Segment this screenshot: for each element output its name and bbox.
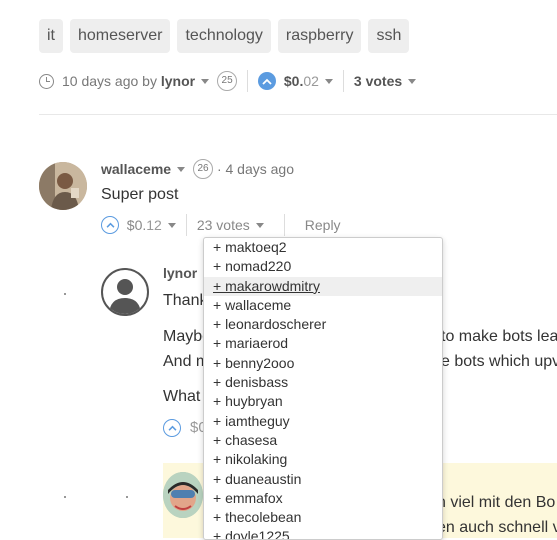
comment-footer: $0.12 23 votes Reply — [101, 214, 341, 236]
tag-homeserver[interactable]: homeserver — [70, 19, 171, 53]
chevron-down-icon[interactable] — [177, 166, 186, 172]
avatar[interactable] — [163, 472, 203, 518]
post-payout[interactable]: $0.02 — [284, 73, 319, 89]
tag-it[interactable]: it — [39, 19, 63, 53]
voter-item[interactable]: + nomad220 — [204, 257, 442, 276]
chevron-down-icon[interactable] — [167, 222, 176, 228]
chevron-down-icon[interactable] — [201, 78, 210, 84]
divider — [283, 214, 285, 236]
post-votes[interactable]: 3 votes — [354, 73, 402, 89]
divider — [247, 70, 249, 92]
comment-header: wallaceme 26 · 4 days ago — [101, 159, 294, 179]
divider — [342, 70, 344, 92]
chevron-down-icon[interactable] — [255, 222, 264, 228]
tag-list: it homeserver technology raspberry ssh — [39, 19, 410, 53]
voter-item[interactable]: + duaneaustin — [204, 470, 442, 489]
comment-text: What — [163, 388, 201, 405]
voter-item[interactable]: + maktoeq2 — [204, 238, 442, 257]
post-meta: 10 days ago by lynor 25 $0.02 3 votes — [39, 68, 417, 94]
comment-text: Thank — [163, 292, 208, 309]
voter-item[interactable]: + leonardoscherer — [204, 315, 442, 334]
comment-author[interactable]: lynor — [163, 265, 197, 281]
voter-item[interactable]: + benny2ooo — [204, 354, 442, 373]
voter-item[interactable]: + makarowdmitry — [204, 276, 442, 296]
reply-button[interactable]: Reply — [305, 217, 341, 233]
divider — [39, 114, 557, 115]
avatar[interactable] — [39, 162, 87, 210]
voter-item[interactable]: + chasesa — [204, 431, 442, 450]
upvote-icon[interactable] — [101, 216, 119, 234]
thread-dot — [126, 496, 128, 498]
comment-text: n viel mit den Bo — [437, 494, 556, 511]
voter-item[interactable]: + emmafox — [204, 489, 442, 508]
comment-text: to make bots lea — [441, 328, 557, 345]
reputation-badge: 26 — [193, 159, 214, 179]
tag-raspberry[interactable]: raspberry — [277, 19, 362, 53]
reputation-badge: 25 — [217, 71, 238, 91]
comment-votes[interactable]: 23 votes — [197, 217, 250, 233]
tag-technology[interactable]: technology — [177, 19, 271, 53]
comment-payout[interactable]: $0.12 — [127, 217, 162, 233]
post-time: 10 days ago by — [62, 73, 157, 89]
voter-item[interactable]: + mariaerod — [204, 334, 442, 353]
clock-icon — [39, 73, 54, 89]
divider — [185, 214, 187, 236]
thread-dot — [64, 293, 66, 295]
comment-text: en auch schnell v — [437, 519, 557, 536]
upvote-icon[interactable] — [163, 419, 181, 437]
voter-item[interactable]: + huybryan — [204, 392, 442, 411]
chevron-down-icon[interactable] — [408, 78, 417, 84]
voter-item[interactable]: + thecolebean — [204, 508, 442, 527]
voters-dropdown[interactable]: + maktoeq2 + nomad220 + makarowdmitry + … — [203, 237, 443, 540]
chevron-down-icon[interactable] — [324, 78, 333, 84]
tag-ssh[interactable]: ssh — [368, 19, 410, 53]
post-author[interactable]: lynor — [161, 73, 195, 89]
comment-text: e bots which upv — [441, 353, 557, 370]
comment-body: Super post — [101, 186, 179, 203]
thread-dot — [64, 496, 66, 498]
voter-item[interactable]: + wallaceme — [204, 296, 442, 315]
upvote-icon[interactable] — [258, 72, 277, 90]
voter-item[interactable]: + doyle1225 — [204, 527, 442, 539]
voter-item[interactable]: + nikolaking — [204, 450, 442, 469]
voter-item[interactable]: + denisbass — [204, 373, 442, 392]
voter-item[interactable]: + iamtheguy — [204, 412, 442, 431]
avatar[interactable] — [101, 268, 149, 316]
comment-time: · 4 days ago — [216, 161, 295, 177]
comment-author[interactable]: wallaceme — [101, 161, 171, 177]
